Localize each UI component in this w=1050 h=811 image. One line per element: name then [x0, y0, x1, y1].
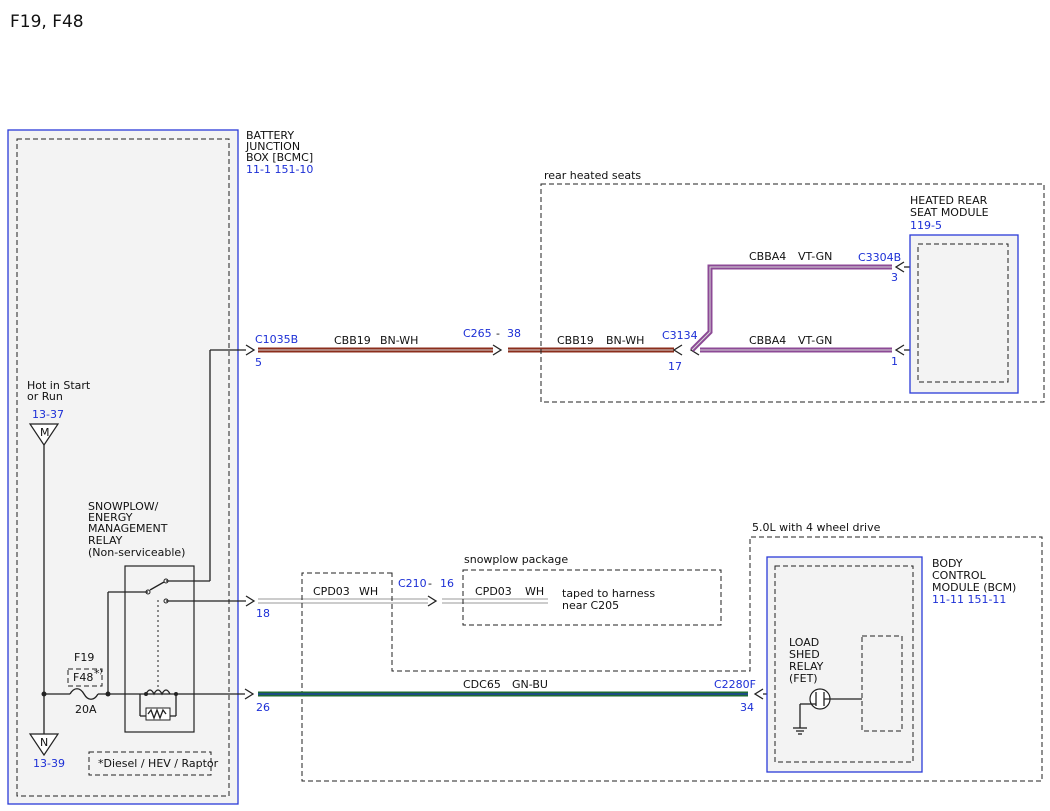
terminal-n-letter: N — [40, 736, 48, 749]
w1-circuit: CBB19 — [334, 334, 371, 347]
w3-color: GN-BU — [512, 678, 548, 691]
c265-label[interactable]: C265 — [463, 327, 492, 340]
heated-rear-seat-module — [909, 234, 1019, 394]
c210-pin: 16 — [440, 577, 454, 590]
w2-circuit: CPD03 — [313, 585, 350, 598]
c2280f-pin: 34 — [740, 701, 754, 714]
c3134-pin: 17 — [668, 360, 682, 373]
battery-junction-box — [7, 129, 239, 805]
engine-4wd-label: 5.0L with 4 wheel drive — [752, 521, 881, 534]
wire-cbba4-to-c3304b[interactable] — [690, 264, 892, 352]
w1d-circuit: CBBA4 — [749, 250, 786, 263]
pin18-label: 18 — [256, 607, 270, 620]
engine-4wd-group — [301, 536, 1043, 782]
terminal-m-letter: M — [40, 426, 50, 439]
c1035b-pin: 5 — [255, 356, 262, 369]
w3-circuit: CDC65 — [463, 678, 501, 691]
w2-color: WH — [359, 585, 378, 598]
bjb-ref[interactable]: 11-1 151-10 — [246, 163, 313, 176]
rear-module-pin1: 1 — [891, 355, 898, 368]
rear-module-label-line2: SEAT MODULE — [910, 206, 989, 219]
connector-arrow-c265 — [492, 344, 503, 356]
c210-sep: - — [428, 577, 432, 590]
c3304b-label[interactable]: C3304B — [858, 251, 901, 264]
connector-arrow-pin1 — [894, 344, 905, 356]
wire-cbba4-to-c3304b-stripe — [691, 266, 892, 351]
c265-sep: - — [496, 327, 500, 340]
c265-pin: 38 — [507, 327, 521, 340]
fuse-name: F19 — [74, 651, 94, 664]
fet-label-line4: (FET) — [789, 672, 818, 685]
w1c-color: VT-GN — [798, 334, 832, 347]
connector-arrow-c1035b — [245, 344, 256, 356]
w1b-circuit: CBB19 — [557, 334, 594, 347]
snowplow-label: snowplow package — [464, 553, 568, 566]
c3134-label[interactable]: C3134 — [662, 329, 698, 342]
w2b-circuit: CPD03 — [475, 585, 512, 598]
w1d-color: VT-GN — [798, 250, 832, 263]
rear-module-ref[interactable]: 119-5 — [910, 219, 942, 232]
pin26-label: 26 — [256, 701, 270, 714]
footnote: *Diesel / HEV / Raptor — [98, 757, 219, 770]
w1b-color: BN-WH — [606, 334, 644, 347]
c3304b-pin: 3 — [891, 271, 898, 284]
connector-arrow-c2280f — [753, 688, 764, 700]
connector-arrow-pin18 — [245, 595, 256, 607]
wiring-diagram: F19, F48 BATTERY JUNCTION BOX [BCMC] 11-… — [7, 12, 1045, 805]
w1c-circuit: CBBA4 — [749, 334, 786, 347]
hot-ref[interactable]: 13-37 — [32, 408, 64, 421]
connector-arrow-c210 — [427, 595, 438, 607]
w2b-color: WH — [525, 585, 544, 598]
c210-label[interactable]: C210 — [398, 577, 427, 590]
relay-label-line5: (Non-serviceable) — [88, 546, 185, 559]
rear-seats-label: rear heated seats — [544, 169, 641, 182]
hot-label-line2: or Run — [27, 390, 63, 403]
connector-arrow-pin26 — [244, 688, 255, 700]
relay-coil-dot-a — [144, 692, 148, 696]
snowplow-note-line2: near C205 — [562, 599, 619, 612]
fuse-rating: 20A — [75, 703, 97, 716]
fuse-alt-name: F48 — [73, 671, 93, 684]
c2280f-label[interactable]: C2280F — [714, 678, 756, 691]
page-title: F19, F48 — [10, 12, 84, 32]
connector-arrow-c3134-left — [672, 344, 683, 356]
w1-color: BN-WH — [380, 334, 418, 347]
ground-ref[interactable]: 13-39 — [33, 757, 65, 770]
bcm-ref[interactable]: 11-11 151-11 — [932, 593, 1006, 606]
c1035b-label[interactable]: C1035B — [255, 333, 298, 346]
fuse-alt-mark: *⁾ — [94, 667, 103, 680]
